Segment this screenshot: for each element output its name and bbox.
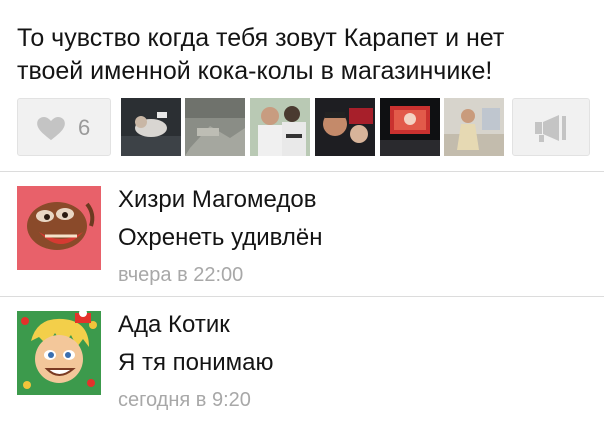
comment-text: Я тя понимаю	[118, 349, 274, 376]
liker-avatar-1[interactable]	[121, 98, 181, 156]
like-button[interactable]: 6	[17, 98, 111, 156]
comment-timestamp: сегодня в 9:20	[118, 389, 251, 411]
divider	[0, 296, 604, 297]
liker-avatar-2[interactable]	[185, 98, 245, 156]
liker-avatar-6[interactable]	[444, 98, 504, 156]
comment-timestamp: вчера в 22:00	[118, 264, 244, 286]
comment-author[interactable]: Хизри Магомедов	[118, 186, 316, 214]
post-text-line-1: То чувство когда тебя зовут Карапет и не…	[17, 24, 505, 52]
post-text-line-2: твоей именной кока-колы в магазинчике!	[17, 57, 493, 85]
heart-icon	[37, 117, 65, 141]
comment-item: Хизри Магомедов Охренеть удивлён вчера в…	[0, 174, 604, 294]
post-text: То чувство когда тебя зовут Карапет и не…	[17, 22, 592, 88]
liker-avatar-4[interactable]	[315, 98, 375, 156]
share-button[interactable]	[512, 98, 590, 156]
liker-avatar-5[interactable]	[380, 98, 440, 156]
comment-item: Ада Котик Я тя понимаю сегодня в 9:20	[0, 299, 604, 419]
comment-avatar[interactable]	[17, 311, 101, 395]
comment-author[interactable]: Ада Котик	[118, 311, 230, 339]
comment-avatar[interactable]	[17, 186, 101, 270]
comment-text: Охренеть удивлён	[118, 224, 323, 251]
liker-avatar-3[interactable]	[250, 98, 310, 156]
like-count: 6	[78, 115, 91, 140]
divider	[0, 171, 604, 172]
megaphone-icon	[535, 115, 566, 142]
post-actions: 6	[17, 98, 590, 158]
